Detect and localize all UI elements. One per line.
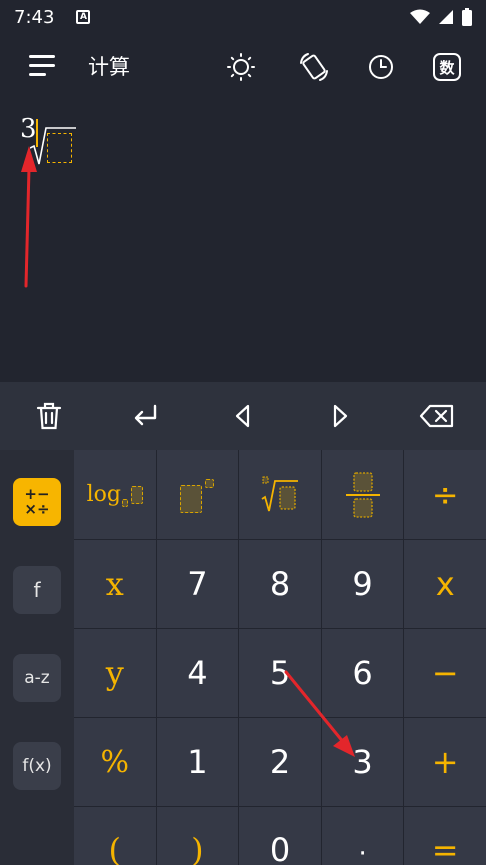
mode-letters-button[interactable]: a-z [13, 654, 61, 702]
key-9-label: 9 [352, 565, 373, 603]
key-fraction[interactable] [321, 450, 404, 539]
sun-icon [227, 53, 255, 81]
screen-rotation-icon [300, 53, 328, 81]
mode-letters-label: a-z [24, 668, 50, 688]
key-divide-label: ÷ [431, 475, 459, 514]
signal-icon [439, 10, 453, 24]
key-open-paren-label: ( [108, 831, 122, 865]
key-multiply[interactable]: x [404, 540, 486, 628]
rotate-button[interactable] [297, 50, 331, 84]
mode-sidebar: +− ×÷ f a-z f(x) [0, 450, 73, 865]
key-var-y-label: y [105, 654, 124, 692]
key-1[interactable]: 1 [156, 718, 239, 806]
power-base-placeholder [180, 484, 203, 513]
history-button[interactable] [364, 50, 398, 84]
status-icons [410, 8, 472, 26]
keypad: +− ×÷ f a-z f(x) log ÷ x 7 8 9 x y 4 5 6… [0, 450, 486, 865]
key-5[interactable]: 5 [239, 629, 321, 717]
key-8[interactable]: 8 [239, 540, 321, 628]
wifi-icon [410, 9, 430, 24]
key-divide[interactable]: ÷ [404, 450, 486, 539]
enter-button[interactable] [97, 382, 194, 450]
status-time: 7:43 [14, 6, 55, 28]
key-log[interactable]: log [74, 450, 156, 539]
mode-function-button[interactable]: f [13, 566, 61, 614]
clear-button[interactable] [0, 382, 97, 450]
key-7[interactable]: 7 [156, 540, 239, 628]
a-notification-icon: A [76, 10, 91, 24]
clock-icon [369, 55, 393, 79]
key-8-label: 8 [269, 565, 291, 603]
cursor-right-button[interactable] [292, 382, 389, 450]
status-bar: 7:43 A [0, 0, 486, 34]
key-2-label: 2 [269, 743, 291, 781]
key-var-x[interactable]: x [74, 540, 156, 628]
key-percent[interactable]: % [74, 718, 156, 806]
key-3[interactable]: 3 [321, 718, 404, 806]
key-power[interactable] [156, 450, 239, 539]
key-percent-label: % [100, 744, 130, 780]
key-multiply-label: x [435, 565, 455, 603]
key-decimal[interactable]: · [321, 807, 404, 865]
key-9[interactable]: 9 [321, 540, 404, 628]
fraction-icon [345, 471, 380, 518]
arithmetic-icon: +− ×÷ [24, 485, 50, 518]
chevron-left-icon [235, 404, 250, 428]
log-base-placeholder [121, 498, 128, 507]
radicand-placeholder[interactable] [47, 133, 72, 163]
key-7-label: 7 [187, 565, 208, 603]
backspace-icon [420, 404, 454, 428]
cursor-left-button[interactable] [194, 382, 291, 450]
key-2[interactable]: 2 [239, 718, 321, 806]
num-mode-icon: 数 [433, 53, 461, 81]
key-6-label: 6 [352, 654, 373, 692]
page-title: 计算 [88, 55, 130, 79]
key-close-paren-label: ) [191, 831, 204, 865]
key-0[interactable]: 0 [239, 807, 321, 865]
key-4[interactable]: 4 [156, 629, 239, 717]
key-decimal-label: · [358, 839, 367, 865]
key-plus[interactable]: + [404, 718, 486, 806]
key-equals[interactable]: = [404, 807, 486, 865]
key-var-x-label: x [105, 565, 124, 603]
mode-fx-button[interactable]: f(x) [13, 742, 61, 790]
app-bar: 计算 数 [0, 40, 486, 94]
battery-icon [462, 8, 472, 26]
backspace-button[interactable] [389, 382, 486, 450]
key-3-label: 3 [352, 743, 373, 781]
nth-root-icon [261, 476, 298, 511]
number-mode-button[interactable]: 数 [430, 50, 464, 84]
edit-toolbar [0, 382, 486, 450]
key-0-label: 0 [269, 831, 291, 865]
key-minus-label: − [431, 654, 459, 692]
trash-icon [36, 402, 61, 430]
log-arg-placeholder [130, 485, 143, 504]
key-open-paren[interactable]: ( [74, 807, 156, 865]
key-log-label: log [86, 482, 121, 507]
key-close-paren[interactable]: ) [156, 807, 239, 865]
key-6[interactable]: 6 [321, 629, 404, 717]
chevron-right-icon [334, 404, 348, 428]
key-var-y[interactable]: y [74, 629, 156, 717]
theme-button[interactable] [224, 50, 258, 84]
key-4-label: 4 [187, 654, 208, 692]
key-minus[interactable]: − [404, 629, 486, 717]
expression-display[interactable]: 3 [0, 100, 486, 382]
key-5-label: 5 [269, 654, 291, 692]
mode-arithmetic-button[interactable]: +− ×÷ [13, 478, 61, 526]
power-exp-placeholder [205, 479, 215, 488]
key-equals-label: = [431, 831, 459, 865]
key-1-label: 1 [187, 743, 208, 781]
key-grid: log ÷ x 7 8 9 x y 4 5 6 − % 1 2 3 + () … [74, 450, 486, 865]
mode-fx-label: f(x) [22, 756, 52, 776]
mode-function-label: f [33, 578, 41, 602]
menu-icon[interactable] [29, 55, 55, 77]
enter-icon [134, 404, 156, 426]
key-nth-root[interactable] [239, 450, 321, 539]
key-plus-label: + [431, 743, 459, 781]
